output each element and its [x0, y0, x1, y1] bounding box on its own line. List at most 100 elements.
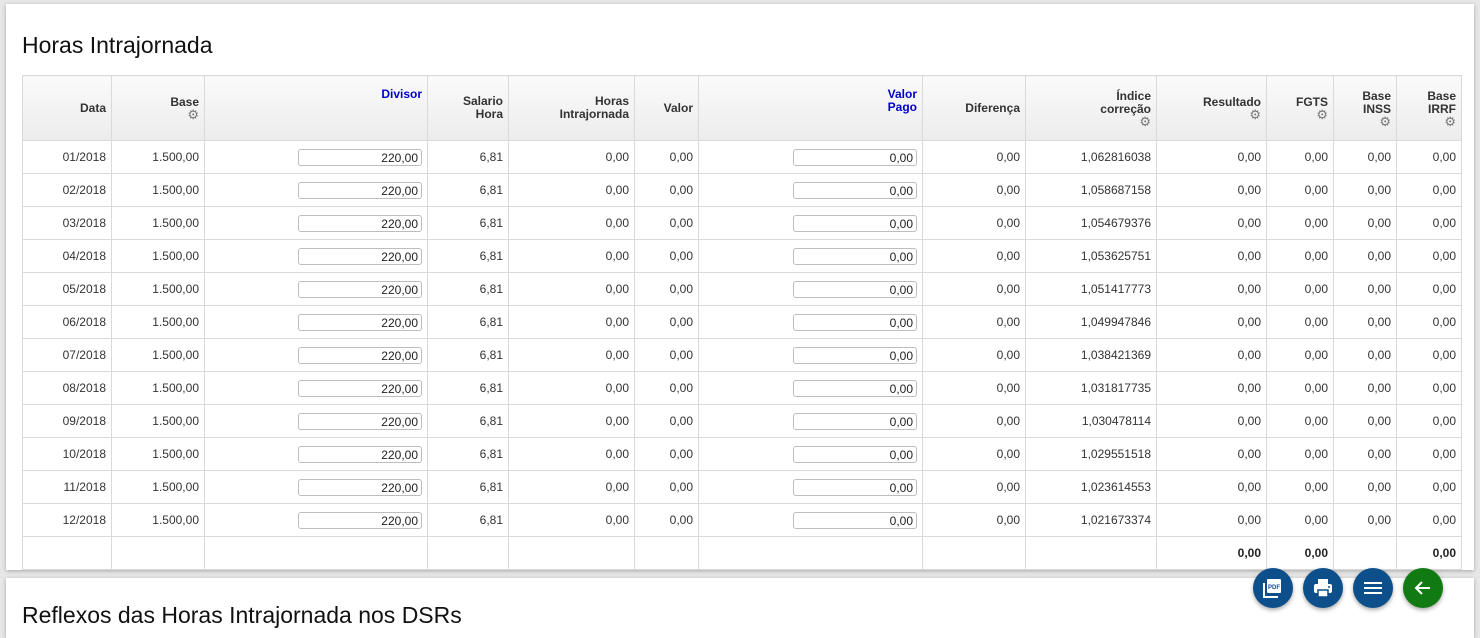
- divisor-input[interactable]: [298, 149, 422, 167]
- divisor-input[interactable]: [298, 281, 422, 299]
- cell-indice: 1,051417773: [1025, 272, 1157, 306]
- divisor-input[interactable]: [298, 248, 422, 266]
- valor_pago-input[interactable]: [793, 314, 917, 332]
- menu-button[interactable]: [1353, 568, 1393, 608]
- divisor-input[interactable]: [298, 314, 422, 332]
- valor_pago-input[interactable]: [793, 281, 917, 299]
- cell-divisor: [204, 173, 428, 207]
- valor_pago-input[interactable]: [793, 413, 917, 431]
- column-header-label: correção: [1100, 101, 1151, 116]
- cell-base_inss: 0,00: [1333, 470, 1397, 504]
- cell-indice: 1,029551518: [1025, 437, 1157, 471]
- divisor-input[interactable]: [298, 215, 422, 233]
- total-base_irrf: 0,00: [1396, 536, 1462, 570]
- table-row: 06/20181.500,006,810,000,000,001,0499478…: [22, 305, 1462, 339]
- cell-horas_intrajornada: 0,00: [508, 437, 635, 471]
- cell-fgts: 0,00: [1266, 338, 1334, 372]
- cell-data: 10/2018: [22, 437, 112, 471]
- valor_pago-input[interactable]: [793, 149, 917, 167]
- cell-diferenca: 0,00: [922, 371, 1026, 405]
- divisor-input[interactable]: [298, 446, 422, 464]
- valor_pago-input[interactable]: [793, 248, 917, 266]
- cell-fgts: 0,00: [1266, 371, 1334, 405]
- column-header-label: Base: [1427, 88, 1456, 103]
- table-row: 01/20181.500,006,810,000,000,001,0628160…: [22, 140, 1462, 174]
- cell-horas_intrajornada: 0,00: [508, 140, 635, 174]
- cell-fgts: 0,00: [1266, 503, 1334, 537]
- valor_pago-input[interactable]: [793, 347, 917, 365]
- valor_pago-input[interactable]: [793, 182, 917, 200]
- column-header-resultado: Resultado ⚙: [1156, 75, 1267, 141]
- gear-icon[interactable]: ⚙: [117, 108, 199, 121]
- total-salario_hora: [427, 536, 509, 570]
- divisor-input[interactable]: [298, 512, 422, 530]
- cell-data: 08/2018: [22, 371, 112, 405]
- valor_pago-input[interactable]: [793, 380, 917, 398]
- cell-base: 1.500,00: [111, 470, 205, 504]
- valor_pago-input[interactable]: [793, 215, 917, 233]
- cell-resultado: 0,00: [1156, 173, 1267, 207]
- divisor-input[interactable]: [298, 413, 422, 431]
- divisor-input[interactable]: [298, 347, 422, 365]
- section-title-reflexos: Reflexos das Horas Intrajornada nos DSRs: [22, 602, 462, 628]
- divisor-input[interactable]: [298, 380, 422, 398]
- divisor-input[interactable]: [298, 479, 422, 497]
- column-header-label: Hora: [475, 107, 503, 121]
- column-header-label: Divisor: [381, 87, 422, 101]
- cell-valor: 0,00: [634, 305, 699, 339]
- cell-salario_hora: 6,81: [427, 404, 509, 438]
- pdf-button[interactable]: PDF: [1253, 568, 1293, 608]
- cell-valor_pago: [698, 503, 923, 537]
- cell-horas_intrajornada: 0,00: [508, 404, 635, 438]
- cell-fgts: 0,00: [1266, 437, 1334, 471]
- divisor-input[interactable]: [298, 182, 422, 200]
- cell-valor_pago: [698, 338, 923, 372]
- column-header-valor: Valor: [634, 75, 699, 141]
- cell-resultado: 0,00: [1156, 437, 1267, 471]
- column-header-fgts: FGTS ⚙: [1266, 75, 1334, 141]
- cell-valor_pago: [698, 470, 923, 504]
- total-valor: [634, 536, 699, 570]
- gear-icon[interactable]: ⚙: [1162, 108, 1261, 121]
- cell-salario_hora: 6,81: [427, 338, 509, 372]
- cell-valor_pago: [698, 404, 923, 438]
- cell-base_inss: 0,00: [1333, 140, 1397, 174]
- print-button[interactable]: [1303, 568, 1343, 608]
- cell-salario_hora: 6,81: [427, 206, 509, 240]
- cell-valor: 0,00: [634, 404, 699, 438]
- column-header-divisor: Divisor: [204, 75, 428, 141]
- cell-resultado: 0,00: [1156, 503, 1267, 537]
- cell-valor: 0,00: [634, 173, 699, 207]
- cell-fgts: 0,00: [1266, 272, 1334, 306]
- cell-base_inss: 0,00: [1333, 239, 1397, 273]
- cell-valor: 0,00: [634, 272, 699, 306]
- cell-divisor: [204, 371, 428, 405]
- cell-diferenca: 0,00: [922, 338, 1026, 372]
- svg-text:PDF: PDF: [1268, 585, 1280, 591]
- gear-icon[interactable]: ⚙: [1339, 115, 1391, 128]
- valor_pago-input[interactable]: [793, 512, 917, 530]
- total-base_inss: [1333, 536, 1397, 570]
- column-header-label: Intrajornada: [559, 107, 629, 121]
- gear-icon[interactable]: ⚙: [1402, 115, 1456, 128]
- cell-base: 1.500,00: [111, 371, 205, 405]
- table-row: 08/20181.500,006,810,000,000,001,0318177…: [22, 371, 1462, 405]
- cell-resultado: 0,00: [1156, 272, 1267, 306]
- cell-horas_intrajornada: 0,00: [508, 206, 635, 240]
- cell-fgts: 0,00: [1266, 140, 1334, 174]
- cell-base_inss: 0,00: [1333, 503, 1397, 537]
- back-button[interactable]: [1403, 568, 1443, 608]
- cell-indice: 1,053625751: [1025, 239, 1157, 273]
- cell-divisor: [204, 239, 428, 273]
- cell-base: 1.500,00: [111, 206, 205, 240]
- valor_pago-input[interactable]: [793, 479, 917, 497]
- cell-diferenca: 0,00: [922, 272, 1026, 306]
- cell-valor: 0,00: [634, 239, 699, 273]
- gear-icon[interactable]: ⚙: [1272, 108, 1328, 121]
- valor_pago-input[interactable]: [793, 446, 917, 464]
- cell-resultado: 0,00: [1156, 239, 1267, 273]
- cell-resultado: 0,00: [1156, 206, 1267, 240]
- gear-icon[interactable]: ⚙: [1031, 115, 1151, 128]
- cell-valor: 0,00: [634, 437, 699, 471]
- cell-valor_pago: [698, 437, 923, 471]
